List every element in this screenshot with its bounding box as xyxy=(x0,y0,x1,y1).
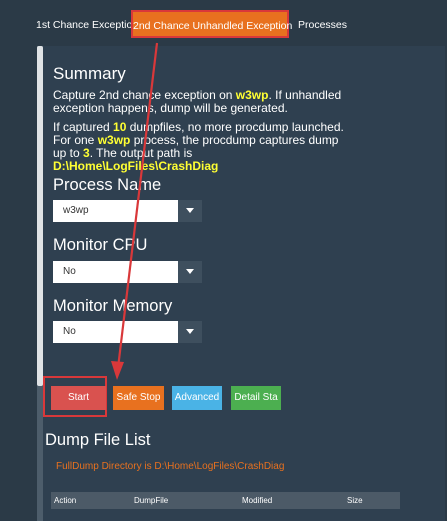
monitor-cpu-value: No xyxy=(63,266,76,277)
process-name-highlight: w3wp xyxy=(97,133,131,147)
summary-paragraph-2: If captured 10 dumpfiles, no more procdu… xyxy=(53,121,353,173)
safe-stop-button[interactable]: Safe Stop xyxy=(113,386,164,410)
summary-text: . The output path is xyxy=(89,146,193,160)
dump-table-header: Action DumpFile Modified Size xyxy=(51,492,400,509)
dump-count-highlight: 3 xyxy=(83,146,90,160)
tab-first-chance-exception[interactable]: 1st Chance Exception xyxy=(36,12,138,38)
scrollbar-thumb[interactable] xyxy=(37,46,43,386)
tab-processes[interactable]: Processes xyxy=(298,12,347,38)
caret-down-icon[interactable] xyxy=(178,321,202,343)
detail-status-button[interactable]: Detail Sta xyxy=(231,386,281,410)
process-name-highlight: w3wp xyxy=(235,88,269,102)
dump-directory-text: FullDump Directory is D:\Home\LogFiles\C… xyxy=(56,461,285,472)
start-button[interactable]: Start xyxy=(51,386,106,410)
dump-file-list-heading: Dump File List xyxy=(45,431,151,449)
summary-paragraph-1: Capture 2nd chance exception on w3wp. If… xyxy=(53,89,353,115)
caret-down-icon[interactable] xyxy=(178,200,202,222)
monitor-memory-label: Monitor Memory xyxy=(53,297,173,315)
summary-text: Capture 2nd chance exception on xyxy=(53,88,236,102)
tab-second-chance-unhandled-exception[interactable]: 2nd Chance Unhandled Exception xyxy=(131,10,292,38)
monitor-cpu-select[interactable]: No xyxy=(53,261,202,283)
summary-text: If captured xyxy=(53,120,114,134)
column-header-action[interactable]: Action xyxy=(54,492,76,509)
monitor-memory-value: No xyxy=(63,326,76,337)
column-header-modified[interactable]: Modified xyxy=(242,492,272,509)
monitor-cpu-label: Monitor CPU xyxy=(53,236,148,254)
process-name-label: Process Name xyxy=(53,176,162,194)
monitor-memory-select[interactable]: No xyxy=(53,321,202,343)
process-name-select[interactable]: w3wp xyxy=(53,200,202,222)
column-header-dumpfile[interactable]: DumpFile xyxy=(134,492,168,509)
tab-bar: 1st Chance Exception 2nd Chance Unhandle… xyxy=(0,0,447,46)
advanced-button[interactable]: Advanced xyxy=(172,386,222,410)
column-header-size[interactable]: Size xyxy=(347,492,363,509)
process-name-value: w3wp xyxy=(63,205,89,216)
caret-down-icon[interactable] xyxy=(178,261,202,283)
summary-heading: Summary xyxy=(53,64,126,83)
dumpfile-limit-highlight: 10 xyxy=(113,120,127,134)
output-path-highlight: D:\Home\LogFiles\CrashDiag xyxy=(53,159,219,173)
